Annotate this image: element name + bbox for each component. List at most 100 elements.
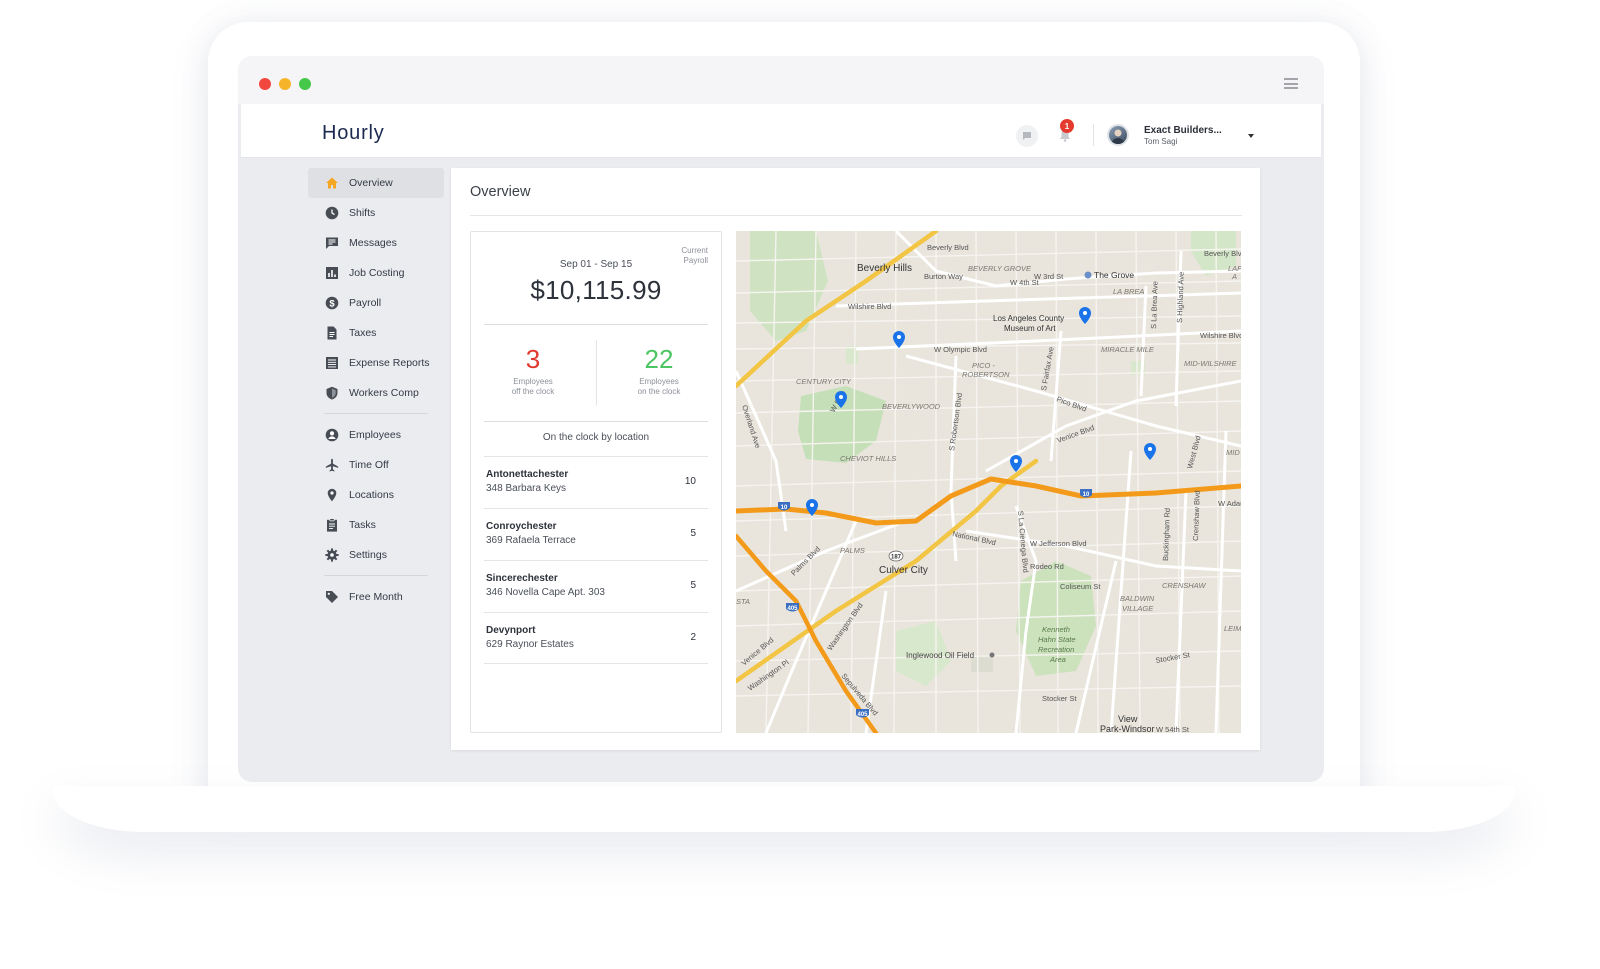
sidebar-divider: [324, 413, 428, 414]
sidebar-item-overview[interactable]: Overview: [308, 168, 444, 198]
map-label: Beverly Hills: [857, 263, 912, 274]
freeway-shield-10: 10: [781, 505, 788, 511]
map-label: Hahn State: [1038, 635, 1076, 644]
freeway-shield-405: 405: [787, 606, 798, 612]
sidebar-item-label: Shifts: [349, 207, 376, 219]
chevron-down-icon[interactable]: [1248, 134, 1254, 138]
on-clock-stat[interactable]: 22 Employees on the clock: [603, 344, 715, 397]
sidebar-item-workers-comp[interactable]: Workers Comp: [308, 378, 444, 408]
location-address: 629 Raynor Estates: [486, 639, 574, 650]
map-label: W 4th St: [1010, 278, 1040, 287]
map-label: W Adams: [1218, 499, 1241, 508]
avatar[interactable]: [1107, 124, 1129, 146]
sidebar-item-shifts[interactable]: Shifts: [308, 198, 444, 228]
route-shield-187: 187: [891, 555, 902, 561]
location-address: 346 Novella Cape Apt. 303: [486, 587, 605, 598]
svg-text:$: $: [329, 299, 335, 310]
location-count: 10: [684, 476, 696, 487]
map-label: BEVERLYWOOD: [882, 402, 941, 411]
shield-icon: [324, 385, 340, 401]
app-logo[interactable]: Hourly: [322, 122, 385, 145]
sidebar-item-payroll[interactable]: $ Payroll: [308, 288, 444, 318]
sidebar-item-locations[interactable]: Locations: [308, 480, 444, 510]
sidebar-item-messages[interactable]: Messages: [308, 228, 444, 258]
map-label: W Jefferson Blvd: [1030, 539, 1087, 548]
sidebar-item-employees[interactable]: Employees: [308, 420, 444, 450]
map-label: PICO -: [972, 361, 995, 370]
location-address: 369 Rafaela Terrace: [486, 535, 576, 546]
sidebar-item-job-costing[interactable]: Job Costing: [308, 258, 444, 288]
list-item[interactable]: Conroychester 369 Rafaela Terrace 5: [484, 508, 708, 560]
map-label: LEIM: [1224, 624, 1241, 633]
location-name: Devynport: [486, 625, 536, 636]
window-minimize-button[interactable]: [279, 78, 291, 90]
map-label: W 54th St: [1156, 725, 1190, 733]
clock-icon: [324, 205, 340, 221]
map-label: Beverly Blvd: [1204, 249, 1241, 258]
map-label: STA: [736, 597, 750, 606]
sidebar-item-label: Payroll: [349, 297, 382, 309]
freeway-shield-10: 10: [1083, 492, 1090, 498]
off-clock-count: 3: [525, 344, 541, 374]
sidebar-item-label: Tasks: [349, 519, 376, 531]
map-label: Recreation: [1038, 645, 1074, 654]
sidebar-item-free-month[interactable]: Free Month: [308, 582, 444, 612]
list-item[interactable]: Devynport 629 Raynor Estates 2: [484, 612, 708, 664]
map-label: Rodeo Rd: [1030, 562, 1064, 571]
sidebar-item-taxes[interactable]: Taxes: [308, 318, 444, 348]
chat-bubble-icon[interactable]: [1016, 125, 1038, 147]
map-label: CRENSHAW: [1162, 581, 1207, 590]
location-pin-icon: [324, 487, 340, 503]
map-label: CENTURY CITY: [796, 377, 852, 386]
sidebar-item-label: Expense Reports: [349, 357, 430, 369]
off-clock-label-2: off the clock: [511, 387, 555, 396]
overview-card: Overview Current Payroll Sep 01 - Sep 15…: [451, 168, 1260, 750]
map-label: Area: [1049, 655, 1066, 664]
person-icon: [324, 427, 340, 443]
map-label: Los Angeles County: [993, 314, 1064, 323]
map-label: S La Brea Ave: [1149, 281, 1160, 329]
map-label: CHEVIOT HILLS: [840, 454, 896, 463]
sidebar-item-label: Settings: [349, 549, 387, 561]
list-item[interactable]: Antonettachester 348 Barbara Keys 10: [484, 456, 708, 508]
list-item[interactable]: Sincerechester 346 Novella Cape Apt. 303…: [484, 560, 708, 612]
location-count: 2: [690, 632, 696, 643]
app-header: Hourly 1 Exact Builders... Tom Sagi: [241, 104, 1321, 158]
map-label: BEVERLY GROVE: [968, 264, 1032, 273]
payroll-summary-panel: Current Payroll Sep 01 - Sep 15 $10,115.…: [470, 231, 722, 733]
notification-badge: 1: [1060, 119, 1074, 133]
sidebar-item-tasks[interactable]: Tasks: [308, 510, 444, 540]
map-label: PALMS: [840, 546, 865, 555]
window-close-button[interactable]: [259, 78, 271, 90]
map-label: VILLAGE: [1122, 604, 1154, 613]
sidebar-item-settings[interactable]: Settings: [308, 540, 444, 570]
map-label: Stocker St: [1042, 694, 1078, 703]
map-label: Culver City: [879, 565, 928, 576]
window-maximize-button[interactable]: [299, 78, 311, 90]
sidebar-item-label: Time Off: [349, 459, 389, 471]
map-label: BALDWIN: [1120, 594, 1155, 603]
sidebar-divider: [324, 575, 428, 576]
locations-map[interactable]: 10 10 405 405 187 Beverly Hills Beverly …: [736, 231, 1241, 733]
header-divider: [1093, 124, 1094, 146]
gear-icon: [324, 547, 340, 563]
by-location-heading: On the clock by location: [542, 432, 650, 443]
hamburger-menu-icon[interactable]: [1284, 78, 1298, 89]
map-label: Wilshire Blvd: [1200, 331, 1241, 340]
account-name[interactable]: Exact Builders...: [1144, 125, 1222, 136]
map-label: Park-Windsor: [1100, 724, 1155, 733]
sidebar-item-label: Employees: [349, 429, 401, 441]
page-title: Overview: [470, 184, 531, 200]
laptop-base: [54, 786, 1514, 832]
sidebar-item-expense-reports[interactable]: Expense Reports: [308, 348, 444, 378]
map-label: MID-WILSHIRE: [1184, 359, 1237, 368]
map-label: MIRACLE MILE: [1101, 345, 1155, 354]
off-clock-stat[interactable]: 3 Employees off the clock: [477, 344, 589, 397]
sidebar-item-time-off[interactable]: Time Off: [308, 450, 444, 480]
message-icon: [324, 235, 340, 251]
map-label: ROBERTSON: [962, 370, 1010, 379]
stat-divider: [596, 340, 597, 406]
divider: [484, 324, 708, 325]
location-count: 5: [690, 528, 696, 539]
on-clock-count: 22: [644, 344, 674, 374]
